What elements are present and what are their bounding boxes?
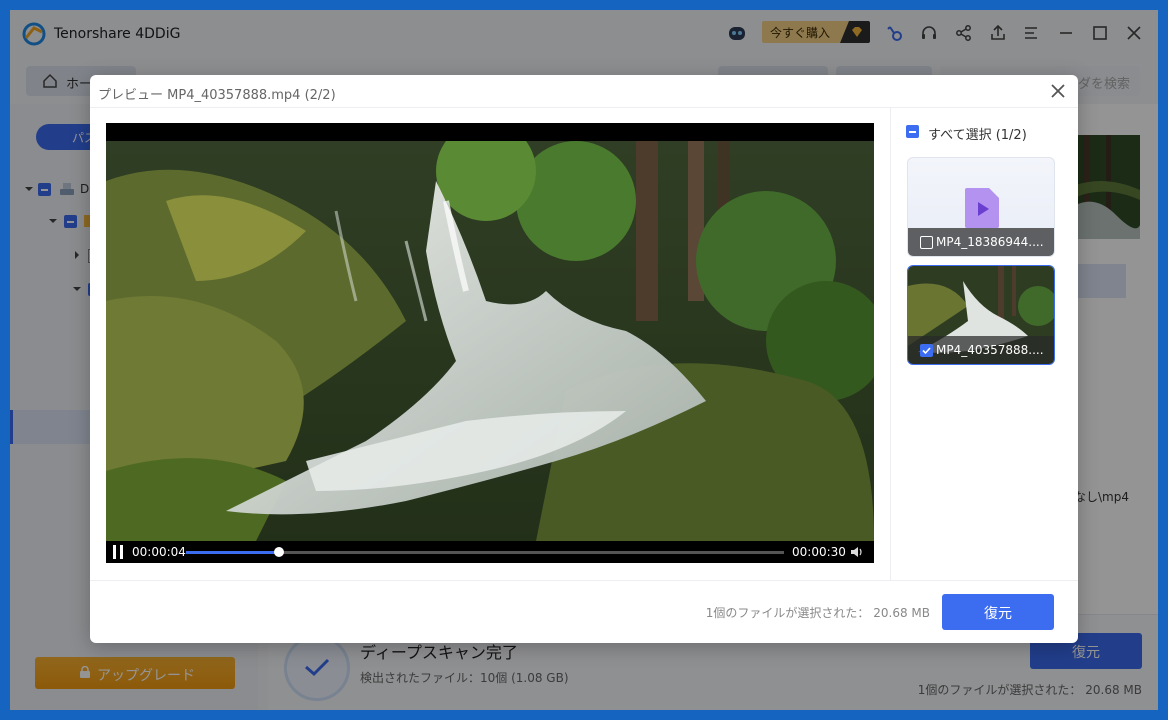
video-file-icon <box>965 188 999 228</box>
pause-icon[interactable] <box>112 545 124 559</box>
player-controls: 00:00:04 00:00:30 <box>106 541 874 563</box>
app-window: Tenorshare 4DDiG 今すぐ購入 ホー ダを検索 パス D アップグ… <box>10 10 1158 710</box>
dialog-header: プレビュー MP4_40357888.mp4 (2/2) <box>90 75 1078 108</box>
selected-file-info: 1個のファイルが選択された： 20.68 MB <box>705 606 930 620</box>
file-thumbnail-1[interactable]: MP4_18386944.... <box>907 157 1055 257</box>
file-caption: MP4_40357888.... <box>908 336 1054 364</box>
current-time: 00:00:04 <box>132 545 186 559</box>
video-player[interactable]: 00:00:04 00:00:30 <box>106 123 874 563</box>
dialog-title: プレビュー MP4_40357888.mp4 (2/2) <box>98 88 336 103</box>
recover-label: 復元 <box>984 606 1012 622</box>
seek-handle[interactable] <box>273 547 284 557</box>
video-frame[interactable] <box>106 141 874 541</box>
divider <box>890 107 891 581</box>
preview-dialog: プレビュー MP4_40357888.mp4 (2/2) 00:00:04 00… <box>90 75 1078 643</box>
file-caption: MP4_18386944.... <box>908 228 1054 256</box>
duration: 00:00:30 <box>792 545 846 559</box>
recover-button[interactable]: 復元 <box>942 594 1054 630</box>
check-icon <box>922 347 931 355</box>
file-thumbnail-2[interactable]: MP4_40357888.... <box>907 265 1055 365</box>
file-name: MP4_40357888.... <box>936 343 1044 357</box>
file-checkbox[interactable] <box>920 344 933 357</box>
select-all-label: すべて選択 (1/2) <box>928 128 1027 143</box>
seek-bar-fill <box>186 551 279 554</box>
volume-icon[interactable] <box>850 545 864 559</box>
select-all-box[interactable] <box>906 125 919 138</box>
close-icon[interactable] <box>1048 81 1068 101</box>
file-checkbox[interactable] <box>920 236 933 249</box>
file-name: MP4_18386944.... <box>936 235 1044 249</box>
divider <box>90 580 1078 581</box>
seek-bar[interactable] <box>186 547 784 557</box>
